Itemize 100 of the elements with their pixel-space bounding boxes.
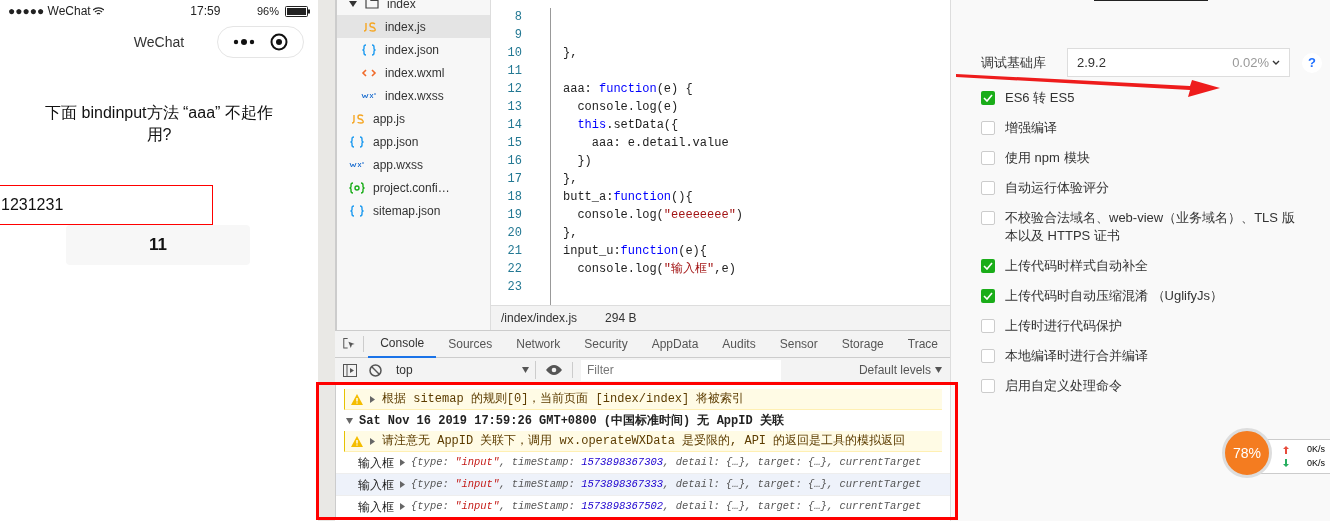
option-checkbox[interactable]	[981, 211, 995, 225]
dropdown-arrow-icon	[522, 367, 529, 373]
line-number: 10	[507, 45, 522, 62]
option-checkbox[interactable]	[981, 379, 995, 393]
line-number: 11	[507, 63, 522, 80]
devtools-tab[interactable]: Security	[572, 330, 640, 358]
collapsed-triangle-icon[interactable]	[399, 481, 406, 488]
option-checkbox[interactable]	[981, 91, 995, 105]
battery-icon	[285, 5, 310, 17]
close-target-icon[interactable]	[269, 33, 288, 51]
file-tree-item[interactable]: app.json	[337, 130, 490, 153]
folder-icon	[365, 0, 379, 9]
clock-text: 17:59	[190, 3, 221, 20]
filter-field[interactable]: Filter	[581, 359, 781, 381]
collapsed-triangle-icon[interactable]	[369, 437, 376, 445]
log-label: 输入框	[358, 498, 394, 516]
library-version-select[interactable]: 2.9.2 0.02%	[1067, 48, 1290, 77]
line-number: 21	[507, 243, 522, 260]
code-line: })	[576, 154, 592, 168]
json-file-icon	[361, 43, 377, 56]
json-file-icon	[349, 204, 365, 217]
file-size: 294 B	[605, 310, 637, 327]
context-select[interactable]: top	[396, 361, 536, 379]
code-line: butt_a:function(){	[563, 190, 693, 204]
devtools-tab[interactable]: Trace	[895, 330, 950, 358]
option-checkbox[interactable]	[981, 181, 995, 195]
wifi-icon	[92, 6, 104, 16]
option-label: 不校验合法域名、web-view（业务域名）、TLS 版本以及 HTTPS 证书	[1005, 209, 1296, 245]
download-arrow-icon	[1283, 459, 1289, 468]
upload-speed: 0K/s	[1307, 443, 1325, 456]
devtools-tab[interactable]: AppData	[639, 330, 711, 358]
file-path: /index/index.js	[501, 310, 578, 327]
devtools-tab[interactable]: Sources	[436, 330, 505, 358]
line-number: 18	[507, 189, 522, 206]
file-tree-item[interactable]: app.wxss	[337, 153, 490, 176]
file-tree-item[interactable]: app.js	[337, 107, 490, 130]
option-checkbox[interactable]	[981, 289, 995, 303]
option-checkbox[interactable]	[981, 349, 995, 363]
devtools-tab[interactable]: Sensor	[767, 330, 830, 358]
line-number: 9	[514, 27, 522, 44]
console-group-title: Sat Nov 16 2019 17:59:26 GMT+0800 (中国标准时间) 无 AppID 关联	[359, 412, 784, 430]
option-checkbox[interactable]	[981, 121, 995, 135]
file-tree-item[interactable]: index.wxml	[337, 61, 490, 84]
option-label: 增强编译	[1005, 119, 1057, 137]
question-text: 下面 bindinput方法 “aaa” 不起作用?	[44, 103, 274, 145]
option-checkbox[interactable]	[981, 151, 995, 165]
file-tree-item[interactable]: index.json	[337, 38, 490, 61]
js-file-icon	[361, 20, 377, 33]
file-tree-item[interactable]: sitemap.json	[337, 199, 490, 222]
sidebar-toggle-icon[interactable]	[343, 363, 357, 377]
line-number: 22	[507, 261, 522, 278]
option-label: 本地编译时进行合并编译	[1005, 347, 1148, 365]
line-number: 17	[507, 171, 522, 188]
line-number: 19	[507, 207, 522, 224]
code-line: },	[563, 46, 578, 60]
option-checkbox[interactable]	[981, 259, 995, 273]
levels-dropdown[interactable]: Default levels	[858, 361, 942, 379]
code-line: console.log("输入框",e)	[576, 262, 736, 276]
json-file-icon	[349, 135, 365, 148]
devtools-tab[interactable]: Storage	[829, 330, 896, 358]
warning-icon	[351, 435, 363, 447]
line-number: 8	[514, 9, 522, 26]
option-label: 上传代码时样式自动补全	[1005, 257, 1148, 275]
collapsed-triangle-icon[interactable]	[369, 395, 376, 403]
js-file-icon	[349, 112, 365, 125]
line-number: 12	[507, 81, 522, 98]
option-label: ES6 转 ES5	[1005, 89, 1075, 107]
file-tree-item[interactable]: project.confi…	[337, 176, 490, 199]
download-speed: 0K/s	[1307, 456, 1325, 470]
carrier-text: ●●●●● WeChat	[8, 3, 91, 20]
eye-icon[interactable]	[546, 365, 562, 375]
value-button[interactable]: 11	[66, 225, 250, 265]
log-object: {type: "input", timeStamp: 1573898367303, detail: {…}, target: {…}, currentTarget	[411, 454, 922, 470]
help-button[interactable]: ?	[1302, 52, 1322, 73]
code-line: console.log(e)	[576, 100, 679, 114]
devtools-tab[interactable]: Network	[504, 330, 573, 358]
line-number: 13	[507, 99, 522, 116]
collapsed-triangle-icon[interactable]	[399, 459, 406, 466]
more-dots-icon[interactable]	[233, 38, 256, 46]
text-input-field[interactable]: 1231231	[0, 185, 213, 225]
option-checkbox[interactable]	[981, 319, 995, 333]
library-label: 调试基础库	[981, 53, 1047, 72]
option-label: 自动运行体验评分	[1005, 179, 1109, 197]
code-line: input_u:function(e){	[563, 244, 708, 258]
code-line: this.setData({	[576, 118, 679, 132]
file-tree-item[interactable]: index.js	[337, 15, 490, 38]
line-number: 20	[507, 225, 522, 242]
dropdown-arrow-icon	[935, 367, 942, 373]
log-object: {type: "input", timeStamp: 1573898367333, detail: {…}, target: {…}, currentTarget	[411, 476, 922, 492]
line-number: 14	[507, 117, 522, 134]
expanded-triangle-icon[interactable]	[346, 417, 353, 424]
inspect-icon[interactable]	[343, 336, 356, 352]
collapsed-triangle-icon[interactable]	[399, 503, 406, 510]
file-tree-item[interactable]: index.wxss	[337, 84, 490, 107]
log-object: {type: "input", timeStamp: 1573898367502, detail: {…}, target: {…}, currentTarget	[411, 498, 922, 514]
code-line: },	[563, 226, 578, 240]
devtools-tab[interactable]: Audits	[710, 330, 768, 358]
upload-arrow-icon	[1283, 445, 1289, 454]
chevron-down-icon	[1272, 59, 1280, 66]
clear-icon[interactable]	[369, 363, 382, 377]
